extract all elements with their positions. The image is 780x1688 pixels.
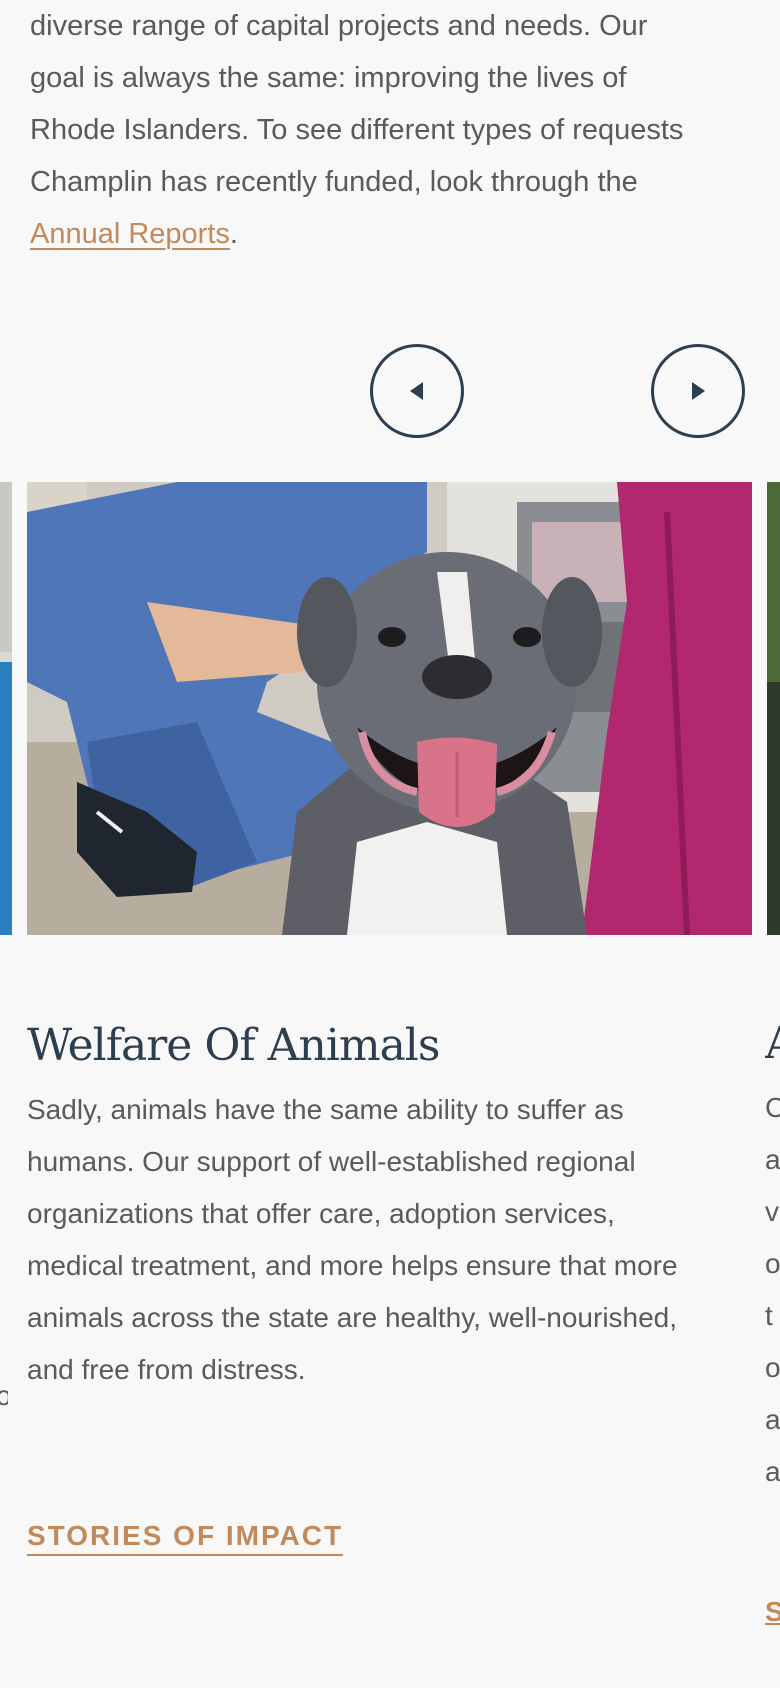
previous-slide-image-sliver[interactable] [0, 482, 12, 935]
next-slide-text-peek: C [765, 1092, 780, 1123]
next-slide-title-peek: A [765, 1018, 780, 1069]
slide-description: Sadly, animals have the same ability to … [27, 1084, 757, 1396]
caret-left-icon [410, 382, 423, 400]
slide-image [27, 482, 752, 935]
slide-title: Welfare Of Animals [27, 1020, 440, 1071]
next-slide-text-peek: a [765, 1456, 780, 1487]
slide-description-line: organizations that offer care, adoption … [27, 1198, 615, 1229]
next-slide-text-peek: a [765, 1144, 780, 1175]
caret-right-icon [692, 382, 705, 400]
intro-line: goal is always the same: improving the l… [30, 62, 627, 94]
next-slide-link-peek[interactable]: S [765, 1596, 780, 1628]
intro-paragraph: diverse range of capital projects and ne… [30, 0, 730, 260]
intro-line-last: Annual Reports. [30, 208, 730, 260]
next-slide-text-peek: t [765, 1300, 773, 1331]
annual-reports-link[interactable]: Annual Reports [30, 218, 230, 250]
previous-slide-text-peek: o [0, 1380, 8, 1411]
next-slide-text-peek: a [765, 1404, 780, 1435]
carousel-next-button[interactable] [651, 344, 745, 438]
intro-line: Champlin has recently funded, look throu… [30, 166, 638, 198]
next-slide-text-peek: v [765, 1196, 779, 1227]
next-slide-text-peek: o [765, 1352, 780, 1383]
stories-of-impact-link[interactable]: STORIES OF IMPACT [27, 1520, 344, 1556]
carousel-prev-button[interactable] [370, 344, 464, 438]
slide-description-line: animals across the state are healthy, we… [27, 1302, 678, 1333]
slide-description-line: Sadly, animals have the same ability to … [27, 1094, 624, 1125]
slide-description-line: medical treatment, and more helps ensure… [27, 1250, 678, 1281]
intro-line: diverse range of capital projects and ne… [30, 10, 648, 42]
intro-line: Rhode Islanders. To see different types … [30, 114, 684, 146]
next-slide-text-peek: o [765, 1248, 780, 1279]
slide-description-line: and free from distress. [27, 1354, 306, 1385]
intro-period: . [229, 218, 238, 250]
slide-description-line: humans. Our support of well-established … [27, 1146, 636, 1177]
next-slide-peek: A C a v o t o a a S [765, 0, 780, 1688]
